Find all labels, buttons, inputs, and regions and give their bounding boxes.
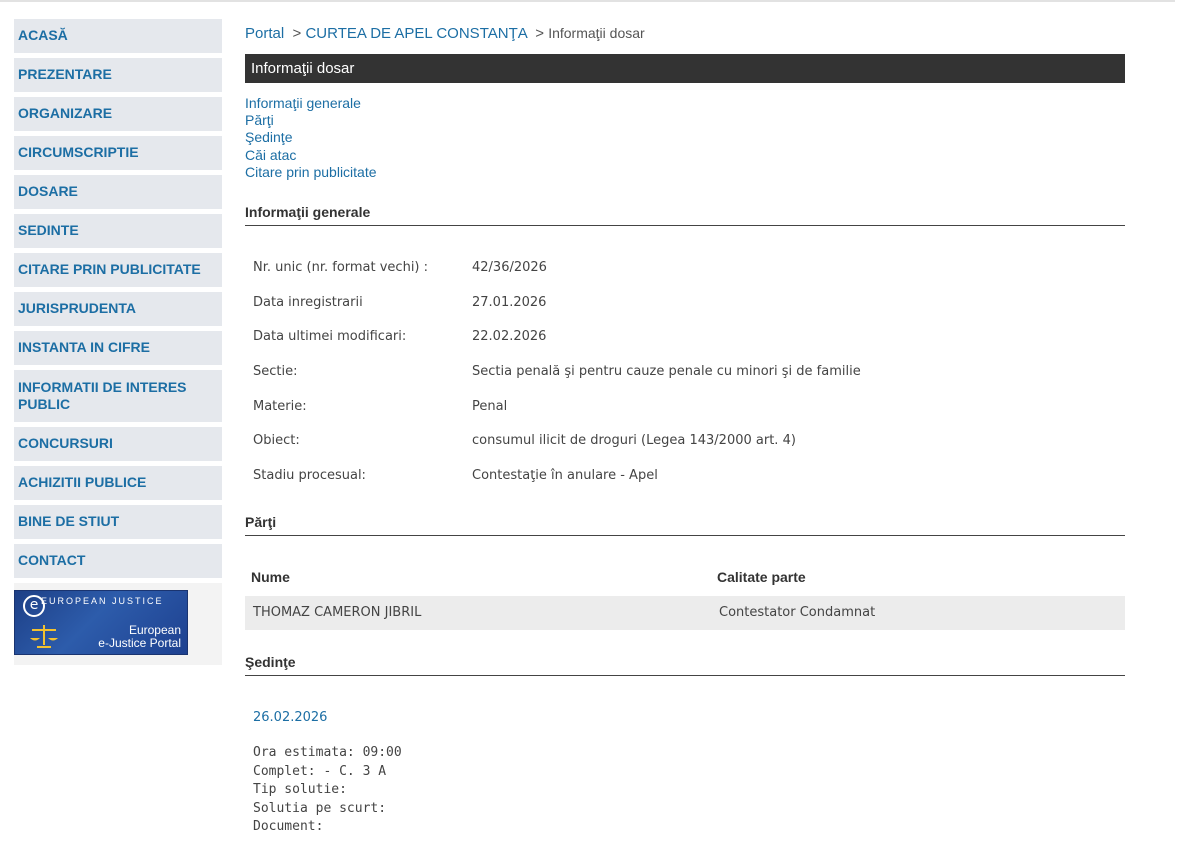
breadcrumb-current: Informaţii dosar [548, 25, 645, 41]
ejustice-portal-logo[interactable]: e EUROPEAN JUSTICE European e-Justice Po… [14, 590, 188, 655]
sidebar-item-dosare[interactable]: DOSARE [14, 175, 222, 209]
table-row: THOMAZ CAMERON JIBRIL Contestator Condam… [245, 596, 1125, 630]
ejustice-line-2: e-Justice Portal [98, 636, 181, 650]
hearing-details: Ora estimata: 09:00 Complet: - C. 3 A Ti… [253, 744, 402, 837]
sidebar-item-concursuri[interactable]: CONCURSURI [14, 427, 222, 461]
section-heading-general: Informaţii generale [245, 204, 1125, 226]
info-label: Nr. unic (nr. format vechi) : [253, 260, 429, 275]
breadcrumb-portal-link[interactable]: Portal [245, 25, 284, 42]
info-value: 42/36/2026 [472, 260, 547, 275]
info-label: Data inregistrarii [253, 295, 363, 310]
link-parti[interactable]: Părţi [245, 112, 377, 129]
section-heading-parti: Părţi [245, 514, 1125, 536]
info-value: 27.01.2026 [472, 295, 547, 310]
scales-of-justice-icon [30, 625, 58, 648]
info-value: Penal [472, 399, 508, 414]
column-header-calitate-parte: Calitate parte [717, 569, 806, 585]
sidebar-nav: ACASĂ PREZENTARE ORGANIZARE CIRCUMSCRIPT… [14, 19, 222, 665]
sidebar-item-organizare[interactable]: ORGANIZARE [14, 97, 222, 131]
party-role: Contestator Condamnat [719, 605, 876, 620]
info-value: 22.02.2026 [472, 329, 547, 344]
sidebar-item-circumscriptie[interactable]: CIRCUMSCRIPTIE [14, 136, 222, 170]
sidebar-item-bine-de-stiut[interactable]: BINE DE STIUT [14, 505, 222, 539]
ejustice-banner-container: e EUROPEAN JUSTICE European e-Justice Po… [14, 583, 222, 665]
sidebar-item-achizitii-publice[interactable]: ACHIZITII PUBLICE [14, 466, 222, 500]
hearing-date-link[interactable]: 26.02.2026 [253, 710, 327, 725]
ejustice-title: European e-Justice Portal [98, 624, 181, 650]
sidebar-item-contact[interactable]: CONTACT [14, 544, 222, 578]
column-header-nume: Nume [251, 569, 290, 585]
info-label: Sectie: [253, 364, 298, 379]
page-title: Informaţii dosar [245, 54, 1125, 83]
top-divider [0, 0, 1175, 2]
sidebar-item-prezentare[interactable]: PREZENTARE [14, 58, 222, 92]
hearing-detail-line: Document: [253, 819, 324, 834]
info-label: Materie: [253, 399, 307, 414]
link-informatii-generale[interactable]: Informaţii generale [245, 95, 377, 112]
sidebar-item-citare[interactable]: CITARE PRIN PUBLICITATE [14, 253, 222, 287]
link-sedinte[interactable]: Şedinţe [245, 129, 377, 146]
hearing-detail-line: Solutia pe scurt: [253, 800, 387, 816]
info-value: consumul ilicit de droguri (Legea 143/20… [472, 433, 796, 448]
section-anchor-links: Informaţii generale Părţi Şedinţe Căi at… [245, 95, 377, 181]
hearing-detail-line: Ora estimata: 09:00 [253, 745, 402, 760]
hearing-detail-line: Complet: - C. 3 A [253, 763, 387, 779]
hearing-detail-line: Tip solutie: [253, 782, 347, 797]
sidebar-item-sedinte[interactable]: SEDINTE [14, 214, 222, 248]
info-value: Sectia penală şi pentru cauze penale cu … [472, 364, 861, 379]
link-citare-prin-publicitate[interactable]: Citare prin publicitate [245, 164, 377, 181]
breadcrumb: Portal > CURTEA DE APEL CONSTANŢA > Info… [245, 25, 645, 42]
parts-table: Nume Calitate parte THOMAZ CAMERON JIBRI… [245, 560, 1125, 630]
breadcrumb-court-link[interactable]: CURTEA DE APEL CONSTANŢA [305, 25, 526, 42]
section-heading-sedinte: Şedinţe [245, 654, 1125, 676]
party-name: THOMAZ CAMERON JIBRIL [253, 605, 422, 620]
sidebar-item-acasa[interactable]: ACASĂ [14, 19, 222, 53]
info-label: Obiect: [253, 433, 300, 448]
info-label: Data ultimei modificari: [253, 329, 407, 344]
info-value: Contestaţie în anulare - Apel [472, 468, 658, 483]
breadcrumb-separator: > [292, 25, 302, 42]
link-cai-atac[interactable]: Căi atac [245, 147, 377, 164]
ejustice-small-text: EUROPEAN JUSTICE [41, 596, 164, 606]
info-label: Stadiu procesual: [253, 468, 366, 483]
breadcrumb-separator: > [535, 25, 545, 42]
sidebar-item-informatii-interes-public[interactable]: INFORMATII DE INTERES PUBLIC [14, 370, 222, 422]
sidebar-item-instanta-in-cifre[interactable]: INSTANTA IN CIFRE [14, 331, 222, 365]
table-header-row: Nume Calitate parte [245, 560, 1125, 596]
sidebar-item-jurisprudenta[interactable]: JURISPRUDENTA [14, 292, 222, 326]
